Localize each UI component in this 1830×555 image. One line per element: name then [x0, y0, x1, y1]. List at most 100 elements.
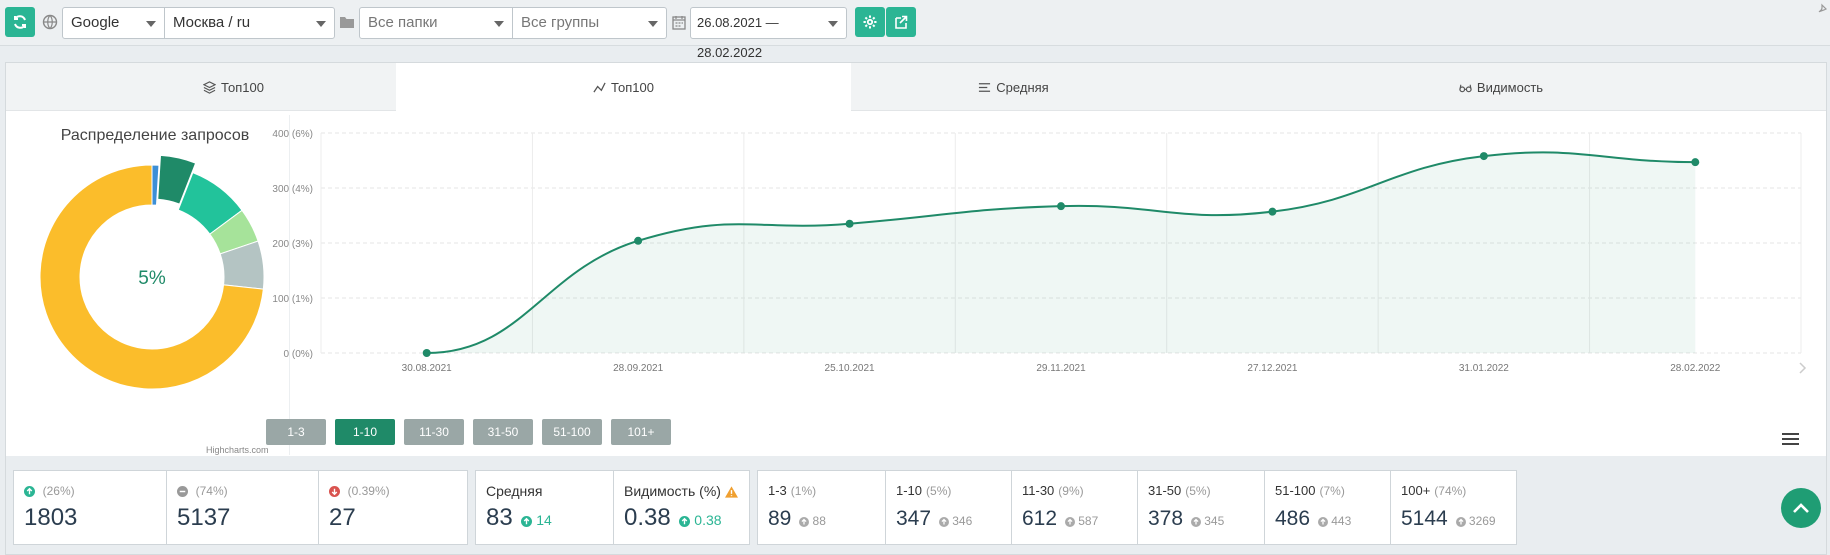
data-point[interactable]	[1691, 158, 1700, 167]
series-area	[426, 152, 1696, 353]
x-tick-label: 31.01.2022	[1459, 363, 1509, 374]
arrow-up-circle-icon	[1455, 516, 1466, 527]
refresh-icon	[14, 15, 26, 29]
stat-value: 486	[1275, 507, 1311, 530]
stat-prev: 587	[1078, 514, 1099, 528]
data-point[interactable]	[634, 236, 643, 245]
engine-select[interactable]: Google	[62, 7, 165, 39]
distribution-donut-chart: 5%	[39, 154, 265, 390]
data-point[interactable]	[1479, 152, 1488, 161]
range-button-1-3[interactable]: 1-3	[266, 419, 326, 445]
chevron-down-icon	[494, 21, 504, 27]
stat-value: 0.38	[624, 504, 671, 531]
stat-pct: (5%)	[1185, 484, 1211, 498]
stat-unchanged: (74%) 5137	[166, 471, 318, 544]
folders-select[interactable]: Все папки	[359, 7, 513, 39]
stat-value: 1803	[24, 504, 78, 531]
range-stat-31-50: 31-50 (5%) 378 345	[1137, 471, 1264, 544]
chevron-up-icon	[1793, 503, 1809, 513]
range-button-101+[interactable]: 101+	[611, 419, 671, 445]
chart-menu-button[interactable]	[1782, 433, 1799, 446]
y-tick-label: 0 (0%)	[284, 349, 313, 360]
export-icon	[895, 15, 908, 29]
y-tick-label: 300 (4%)	[272, 184, 313, 195]
chevron-down-icon	[316, 21, 326, 27]
tab-label: Топ100	[221, 79, 264, 95]
pin-icon[interactable]	[1816, 2, 1828, 20]
export-button[interactable]	[886, 7, 916, 37]
data-point[interactable]	[422, 349, 431, 357]
stat-pct: (74%)	[1434, 484, 1467, 498]
stat-pct: (74%)	[195, 484, 228, 498]
top100-line-chart: 0 (0%) 100 (1%) 200 (3%) 300 (4%) 400 (6%) 30…	[272, 129, 1807, 374]
stat-pct: (26%)	[42, 484, 75, 498]
data-point[interactable]	[845, 219, 854, 228]
stat-pct: (9%)	[1058, 484, 1084, 498]
folders-value: Все папки	[368, 14, 438, 31]
range-stat-11-30: 11-30 (9%) 612 587	[1011, 471, 1137, 544]
stat-value: 89	[768, 507, 792, 530]
line-chart-icon	[593, 82, 606, 93]
data-point[interactable]	[1268, 207, 1277, 216]
toolbar: Google Москва / ru Все папки Все группы …	[0, 0, 1830, 60]
tab-label: Видимость	[1476, 79, 1544, 95]
settings-button[interactable]	[855, 7, 885, 37]
range-stat-1-10: 1-10 (5%) 347 346	[885, 471, 1011, 544]
date-range-value: 26.08.2021 — 28.02.2022	[697, 15, 779, 60]
folder-icon	[338, 13, 356, 31]
range-button-51-100[interactable]: 51-100	[542, 419, 602, 445]
position-change-stats: (26%) 1803 (74%) 5137 (0.39%) 27	[13, 470, 468, 545]
glasses-icon	[1459, 84, 1472, 92]
x-tick-label: 28.09.2021	[613, 363, 663, 374]
scroll-to-top-button[interactable]	[1781, 488, 1821, 528]
stat-prev: 3269	[1468, 514, 1496, 528]
stat-pct: (0.39%)	[347, 484, 390, 498]
stat-prev: 345	[1204, 514, 1225, 528]
region-select[interactable]: Москва / ru	[164, 7, 335, 39]
stat-label: Видимость (%)	[624, 483, 721, 499]
y-tick-label: 400 (6%)	[272, 129, 313, 140]
y-tick-label: 100 (1%)	[272, 294, 313, 305]
x-tick-label: 25.10.2021	[825, 363, 875, 374]
stat-value: 5144	[1401, 507, 1448, 530]
range-button-31-50[interactable]: 31-50	[473, 419, 533, 445]
range-button-11-30[interactable]: 11-30	[404, 419, 464, 445]
tab-label: Средняя	[996, 79, 1049, 95]
range-button-1-10[interactable]: 1-10	[335, 419, 395, 445]
stat-value: 5137	[177, 504, 231, 531]
chevron-down-icon	[146, 21, 156, 27]
region-value: Москва / ru	[173, 14, 251, 31]
minus-circle-icon	[177, 486, 188, 498]
stat-value: 347	[896, 507, 932, 530]
stat-value: 612	[1022, 507, 1058, 530]
stat-visibility: Видимость (%) 0.38 0.38	[613, 471, 749, 544]
arrow-right-icon	[1799, 362, 1807, 374]
groups-select[interactable]: Все группы	[512, 7, 667, 39]
arrow-up-circle-icon	[938, 516, 949, 527]
warning-icon[interactable]	[724, 486, 738, 498]
y-tick-label: 200 (3%)	[272, 239, 313, 250]
stat-delta: 14	[536, 512, 552, 528]
arrow-up-circle-icon	[24, 486, 35, 498]
arrow-up-circle-icon	[1190, 516, 1201, 527]
gear-icon	[863, 15, 877, 29]
stat-label: Средняя	[486, 483, 543, 499]
stat-label: 51-100	[1275, 483, 1316, 498]
groups-value: Все группы	[521, 14, 600, 31]
stat-label: 100+	[1401, 483, 1431, 498]
average-visibility-stats: Средняя 83 14 Видимость (%) 0.38 0.38	[475, 470, 750, 545]
stat-label: 1-10	[896, 483, 923, 498]
stat-value: 27	[329, 504, 356, 531]
highcharts-credit[interactable]: Highcharts.com	[206, 445, 269, 455]
x-tick-label: 27.12.2021	[1247, 363, 1297, 374]
refresh-button[interactable]	[5, 7, 35, 37]
stat-prev: 346	[952, 514, 973, 528]
range-stat-51-100: 51-100 (7%) 486 443	[1264, 471, 1390, 544]
date-range-select[interactable]: 26.08.2021 — 28.02.2022	[690, 7, 847, 60]
data-point[interactable]	[1057, 202, 1065, 211]
globe-icon	[41, 13, 59, 31]
tab-label: Топ100	[611, 80, 654, 95]
stat-delta: 0.38	[694, 512, 722, 528]
arrow-up-circle-icon	[1064, 516, 1075, 527]
x-tick-label: 30.08.2021	[402, 363, 452, 374]
